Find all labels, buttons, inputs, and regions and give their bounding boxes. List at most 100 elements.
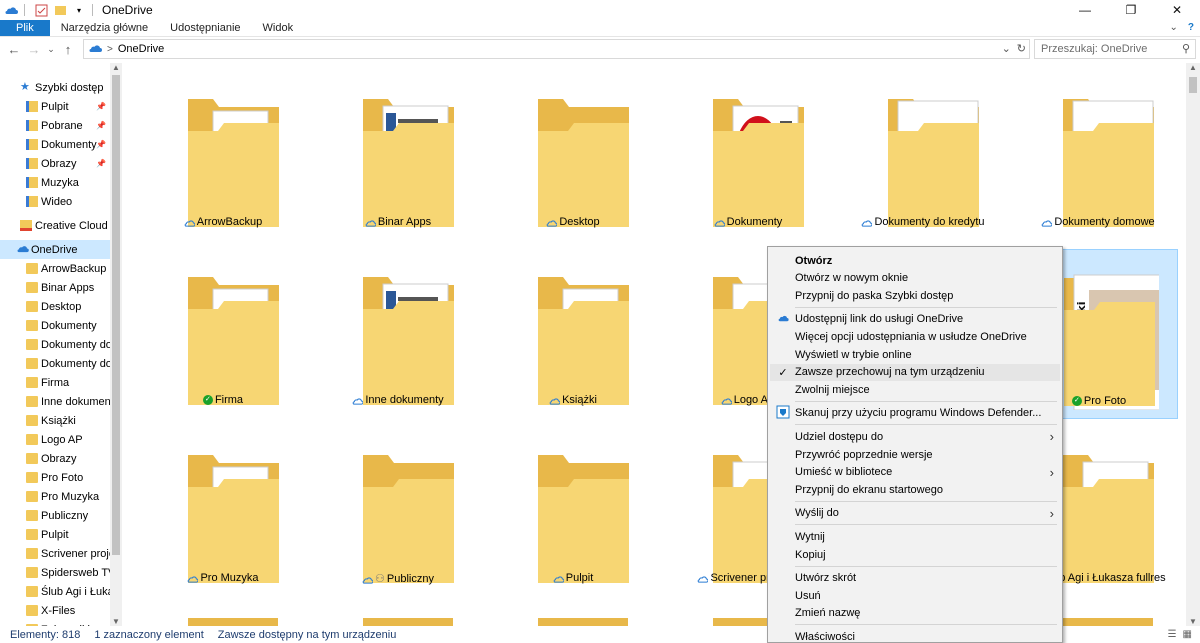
- folder-tile[interactable]: epdfDokumenty do kredytu: [843, 71, 1003, 241]
- folder-tile[interactable]: Książki: [493, 249, 653, 419]
- context-menu-item[interactable]: Wyślij do ›: [770, 505, 1060, 522]
- sidebar-item[interactable]: Logo AP: [0, 430, 110, 449]
- sidebar-item[interactable]: OneDrive: [0, 240, 110, 259]
- folder-tile[interactable]: Binar Apps: [318, 71, 478, 241]
- context-menu-item[interactable]: Umieść w bibliotece ›: [770, 464, 1060, 481]
- folder-tile[interactable]: Pulpit: [493, 427, 653, 597]
- content-scrollbar[interactable]: ▲ ▼: [1186, 63, 1200, 626]
- context-menu-item[interactable]: Kopiuj: [770, 546, 1060, 563]
- context-menu-item[interactable]: Udostępnij link do usługi OneDrive: [770, 311, 1060, 328]
- sidebar-item[interactable]: Firma: [0, 373, 110, 392]
- context-menu-item[interactable]: Otwórz: [770, 252, 1060, 269]
- sidebar-item[interactable]: Binar Apps: [0, 278, 110, 297]
- sidebar-item[interactable]: Pulpit: [0, 525, 110, 544]
- sidebar-item[interactable]: Pro Muzyka: [0, 487, 110, 506]
- scroll-down-arrow-icon[interactable]: ▼: [110, 617, 122, 626]
- sidebar-item[interactable]: Pulpit 📌: [0, 97, 110, 116]
- sidebar-item[interactable]: Dokumenty: [0, 316, 110, 335]
- tab-view[interactable]: Widok: [252, 20, 305, 36]
- recent-locations-icon[interactable]: ⌄: [44, 44, 58, 55]
- sidebar-item[interactable]: Dokumenty do kredytu: [0, 335, 110, 354]
- sidebar-item[interactable]: Inne dokumenty: [0, 392, 110, 411]
- context-menu-item[interactable]: ✓ Zawsze przechowuj na tym urządzeniu: [770, 363, 1060, 381]
- context-menu-item[interactable]: Skanuj przy użyciu programu Windows Defe…: [770, 405, 1060, 422]
- forward-arrow-icon[interactable]: →: [24, 42, 44, 57]
- sidebar-item[interactable]: Książki: [0, 411, 110, 430]
- sidebar-item[interactable]: Dokumenty domowe: [0, 354, 110, 373]
- tab-share[interactable]: Udostępnianie: [159, 20, 251, 36]
- ribbon-expand-icon[interactable]: ⌄: [1170, 22, 1178, 33]
- context-menu-item[interactable]: Przypnij do paska Szybki dostęp: [770, 287, 1060, 304]
- context-menu-item[interactable]: Wyświetl w trybie online: [770, 346, 1060, 363]
- folder-tile[interactable]: epdfDokumenty domowe: [1018, 71, 1178, 241]
- quick-access-dropdown-icon[interactable]: ▾: [71, 2, 87, 18]
- help-icon[interactable]: ?: [1188, 22, 1194, 33]
- sidebar-item[interactable]: Obrazy 📌: [0, 154, 110, 173]
- minimize-button[interactable]: —: [1062, 0, 1108, 20]
- folder-tile[interactable]: Dokumenty: [668, 71, 828, 241]
- folder-tile[interactable]: ArrowBackup: [143, 71, 303, 241]
- scroll-up-arrow-icon[interactable]: ▲: [110, 63, 122, 72]
- folder-tile[interactable]: Pro Muzyka: [143, 427, 303, 597]
- context-menu-item[interactable]: Więcej opcji udostępniania w usłudze One…: [770, 328, 1060, 345]
- sidebar-scrollbar[interactable]: ▲ ▼: [110, 63, 122, 626]
- refresh-icon[interactable]: ↻: [1017, 42, 1026, 55]
- sidebar-item[interactable]: Creative Cloud Files: [0, 216, 110, 235]
- scroll-down-arrow-icon[interactable]: ▼: [1186, 617, 1200, 626]
- sidebar-item[interactable]: ★ Szybki dostęp: [0, 78, 110, 97]
- folder-name: Publiczny: [386, 572, 434, 585]
- context-menu-item[interactable]: Właściwości: [770, 628, 1060, 643]
- breadcrumb-chevron-icon[interactable]: >: [107, 44, 113, 55]
- folder-tile[interactable]: Inne dokumenty: [318, 249, 478, 419]
- sidebar-item[interactable]: Ślub Agi i Łukasza: [0, 582, 110, 601]
- content-scroll-thumb[interactable]: [1189, 77, 1197, 93]
- folder-icon: [533, 91, 633, 231]
- context-menu-item[interactable]: Usuń: [770, 587, 1060, 604]
- address-dropdown-icon[interactable]: ⌄: [1002, 42, 1011, 55]
- menu-separator: [795, 424, 1057, 426]
- close-button[interactable]: ✕: [1154, 0, 1200, 20]
- sidebar-item[interactable]: Wideo: [0, 192, 110, 211]
- sidebar-item[interactable]: Publiczny: [0, 506, 110, 525]
- breadcrumb-onedrive[interactable]: OneDrive: [118, 43, 164, 55]
- sidebar-item[interactable]: Pro Foto: [0, 468, 110, 487]
- context-menu-label: Wytnij: [795, 530, 825, 543]
- search-input[interactable]: Przeszukaj: OneDrive ⚲: [1034, 39, 1196, 59]
- context-menu-item[interactable]: Przywróć poprzednie wersje: [770, 446, 1060, 463]
- context-menu-label: Zawsze przechowuj na tym urządzeniu: [795, 366, 985, 379]
- properties-quick-icon[interactable]: [33, 2, 49, 18]
- sidebar-item-label: X-Files: [41, 604, 76, 617]
- sidebar-scroll-thumb[interactable]: [112, 75, 120, 555]
- maximize-button[interactable]: ❐: [1108, 0, 1154, 20]
- sidebar-item[interactable]: Obrazy: [0, 449, 110, 468]
- sidebar-item[interactable]: Desktop: [0, 297, 110, 316]
- cloud-status-icon: [697, 574, 709, 583]
- back-arrow-icon[interactable]: ←: [4, 42, 24, 57]
- folder-tile[interactable]: ✓ Firma: [143, 249, 303, 419]
- new-folder-quick-icon[interactable]: [52, 2, 68, 18]
- sidebar-item[interactable]: X-Files: [0, 601, 110, 620]
- sidebar-item[interactable]: Scrivener projekty: [0, 544, 110, 563]
- scroll-up-arrow-icon[interactable]: ▲: [1186, 63, 1200, 72]
- folder-tile[interactable]: Desktop: [493, 71, 653, 241]
- sidebar-item[interactable]: Spidersweb TV: [0, 563, 110, 582]
- sidebar-item[interactable]: Muzyka: [0, 173, 110, 192]
- context-menu-item[interactable]: Wytnij: [770, 528, 1060, 545]
- address-bar[interactable]: > OneDrive ⌄ ↻: [83, 39, 1030, 59]
- context-menu-item[interactable]: Utwórz skrót: [770, 570, 1060, 587]
- tab-home[interactable]: Narzędzia główne: [50, 20, 159, 36]
- submenu-chevron-icon: ›: [1049, 464, 1054, 480]
- context-menu-item[interactable]: Udziel dostępu do ›: [770, 428, 1060, 445]
- sidebar-item[interactable]: Dokumenty 📌: [0, 135, 110, 154]
- context-menu-item[interactable]: Otwórz w nowym oknie: [770, 270, 1060, 287]
- tab-file[interactable]: Plik: [0, 20, 50, 36]
- sidebar-item[interactable]: ArrowBackup: [0, 259, 110, 278]
- folder-tile[interactable]: ⚇ Publiczny: [318, 427, 478, 597]
- up-arrow-icon[interactable]: ↑: [58, 42, 78, 57]
- sidebar-item[interactable]: Pobrane 📌: [0, 116, 110, 135]
- large-icons-view-icon[interactable]: ▦: [1183, 629, 1192, 640]
- details-view-icon[interactable]: ☰: [1168, 629, 1177, 640]
- context-menu-item[interactable]: Zmień nazwę: [770, 605, 1060, 622]
- context-menu-item[interactable]: Zwolnij miejsce: [770, 381, 1060, 398]
- context-menu-item[interactable]: Przypnij do ekranu startowego: [770, 481, 1060, 498]
